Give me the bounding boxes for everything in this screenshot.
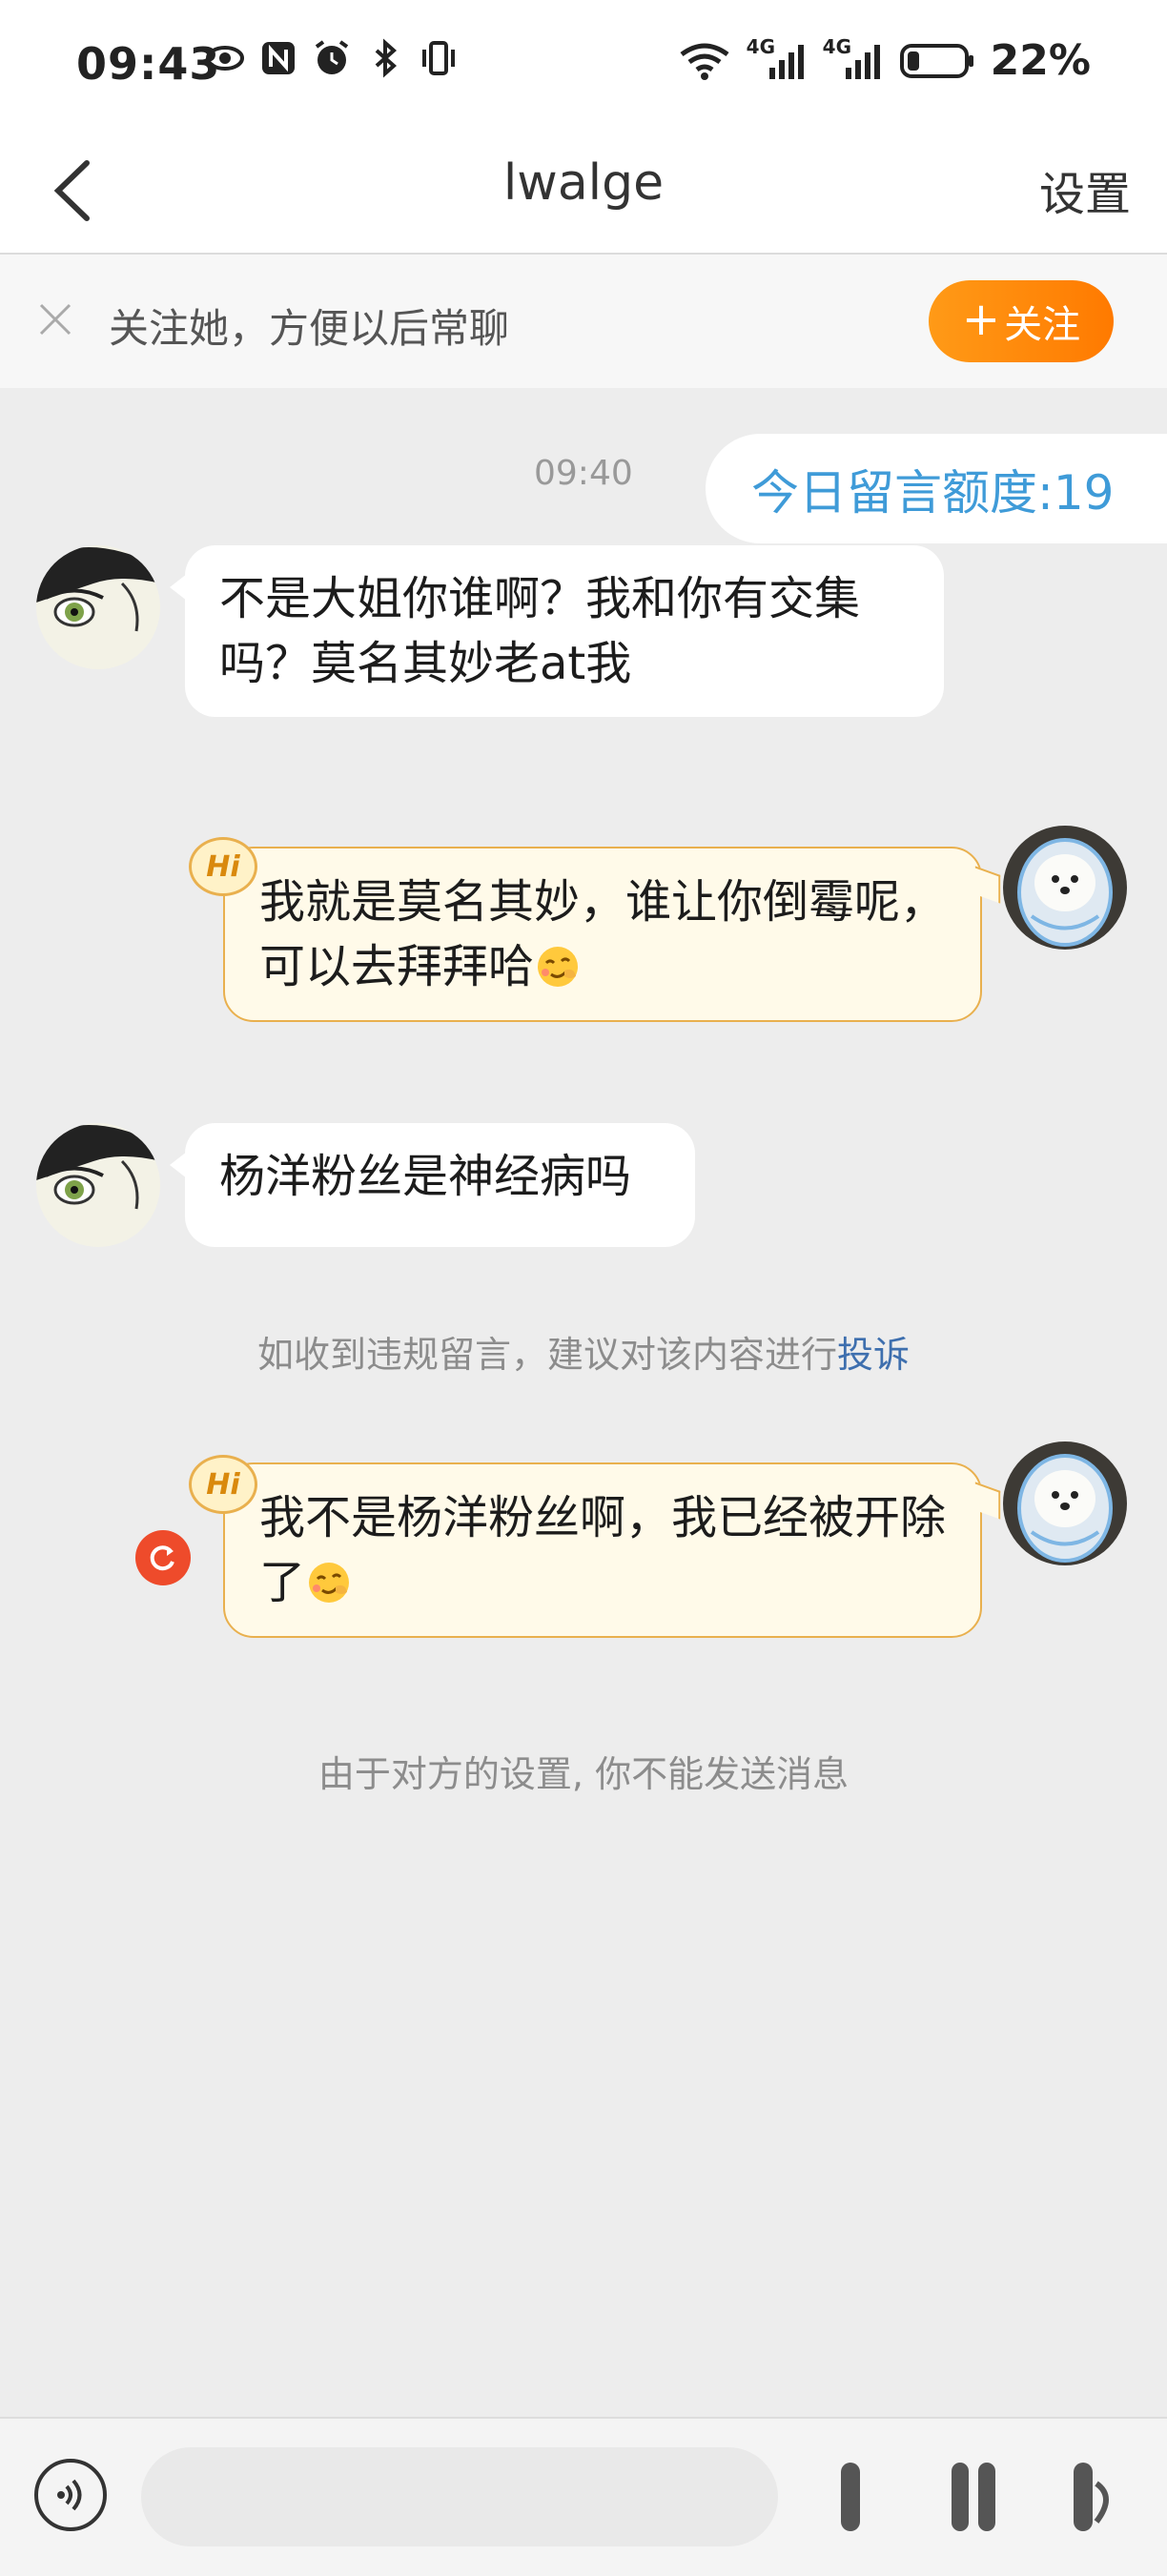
message-input[interactable]	[141, 2447, 778, 2546]
bluetooth-icon	[365, 38, 405, 78]
blocked-notice: 由于对方的设置, 你不能发送消息	[317, 1753, 850, 1795]
signal-4g-icon-1: 4G	[747, 35, 808, 81]
plus-icon: +	[961, 293, 1001, 346]
message-bubble-outgoing[interactable]: 我就是莫名其妙，谁让你倒霉呢，可以去拜拜哈	[223, 847, 1001, 1022]
message-bubble-incoming[interactable]: 不是大姐你谁啊？我和你有交集吗？莫名其妙老at我	[170, 545, 944, 717]
message-bubble-outgoing[interactable]: 我不是杨洋粉丝啊，我已经被开除了	[223, 1462, 1001, 1638]
follow-button[interactable]: + 关注	[929, 280, 1114, 362]
resend-button[interactable]	[135, 1530, 191, 1585]
bubble-tail	[974, 866, 1001, 904]
follow-banner-text: 关注她，方便以后常聊	[109, 305, 510, 352]
message-text: 我不是杨洋粉丝啊，我已经被开除了	[259, 1491, 947, 1609]
voice-icon	[57, 2479, 82, 2511]
smirk-emoji-icon	[534, 942, 582, 990]
more-button-icon[interactable]	[1058, 2455, 1119, 2539]
message-bubble-incoming[interactable]: 杨洋粉丝是神经病吗	[170, 1123, 695, 1247]
message-text: 不是大姐你谁啊？我和你有交集吗？莫名其妙老at我	[219, 572, 861, 690]
report-link[interactable]: 投诉	[837, 1334, 910, 1376]
smirk-emoji-icon	[305, 1558, 353, 1605]
message-timestamp: 09:40	[534, 454, 633, 493]
report-notice: 如收到违规留言，建议对该内容进行投诉	[0, 1325, 1167, 1378]
vibrate-icon	[419, 38, 459, 78]
close-icon	[39, 303, 72, 336]
avatar-me[interactable]	[1003, 826, 1127, 950]
page-title: lwalge	[502, 154, 665, 212]
follow-banner: 关注她，方便以后常聊 + 关注	[0, 255, 1167, 388]
network-label-1: 4G	[746, 34, 776, 58]
avatar-other[interactable]	[36, 545, 160, 669]
network-label-2: 4G	[822, 34, 852, 58]
avatar-me[interactable]	[1003, 1441, 1127, 1565]
nfc-icon	[258, 38, 298, 78]
emoji-button-icon[interactable]	[820, 2455, 881, 2539]
battery-icon	[899, 41, 975, 81]
refresh-icon	[150, 1545, 174, 1571]
status-icons-left	[205, 38, 459, 78]
status-bar: 09:43 4G 4G 22%	[0, 0, 1167, 133]
hi-badge-icon: Hi	[189, 837, 257, 896]
eye-icon	[205, 38, 245, 78]
input-bar	[0, 2417, 1167, 2576]
signal-4g-icon-2: 4G	[823, 35, 884, 81]
battery-percentage: 22%	[990, 36, 1091, 85]
avatar-other[interactable]	[36, 1123, 160, 1247]
attach-button-icon[interactable]	[944, 2455, 1005, 2539]
alarm-icon	[312, 38, 352, 78]
status-time: 09:43	[76, 38, 221, 90]
nav-bar: lwalge 设置	[0, 133, 1167, 255]
follow-button-label: 关注	[1004, 303, 1081, 347]
wifi-icon	[678, 41, 731, 81]
bubble-tail	[974, 1482, 1001, 1520]
message-text: 我就是莫名其妙，谁让你倒霉呢，可以去拜拜哈	[259, 875, 947, 993]
settings-button[interactable]: 设置	[1039, 156, 1131, 223]
hi-badge-icon: Hi	[189, 1455, 257, 1514]
voice-button[interactable]	[34, 2459, 107, 2531]
quota-bubble: 今日留言额度:19	[706, 434, 1167, 543]
message-text: 杨洋粉丝是神经病吗	[219, 1150, 632, 1203]
status-icons-right: 4G 4G 22%	[678, 35, 1091, 85]
report-notice-text: 如收到违规留言，建议对该内容进行	[256, 1334, 837, 1376]
close-banner-button[interactable]	[31, 295, 80, 344]
